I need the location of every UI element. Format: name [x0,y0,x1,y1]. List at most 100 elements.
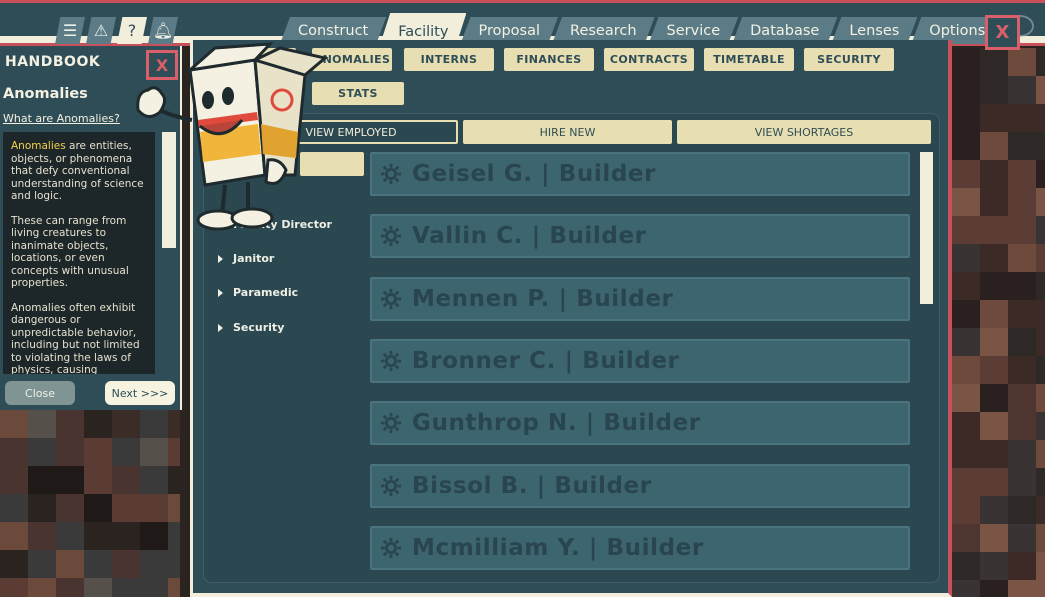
category-contracts-button[interactable]: CONTRACTS [604,48,694,71]
mosaic-tile [1008,384,1036,412]
mosaic-tile [1008,328,1036,356]
mosaic-tile [980,328,1008,356]
category-timetable-button[interactable]: TIMETABLE [704,48,794,71]
mosaic-tile [952,216,980,244]
mosaic-tile [0,438,28,466]
employee-card[interactable]: Vallin C. | Builder [370,214,910,259]
employee-card[interactable]: Bissol B. | Builder [370,463,910,508]
employee-card[interactable]: Gunthrop N. | Builder [370,401,910,446]
panel-close-button[interactable]: X [985,15,1020,50]
employee-card[interactable]: Geisel G. | Builder [370,152,910,196]
mosaic-tile [0,410,28,438]
mosaic-tile [1036,524,1045,552]
subtab-view-shortages[interactable]: VIEW SHORTAGES [677,120,931,144]
mosaic-tile [56,522,84,550]
builder-gear-icon [380,350,402,372]
mosaic-tile [1036,468,1045,496]
expand-triangle-icon [218,254,223,263]
mosaic-tile [980,552,1008,580]
mosaic-tile [1008,580,1036,597]
mosaic-tile [1036,76,1045,104]
mosaic-tile [28,466,56,494]
mosaic-tile [1008,440,1036,468]
mascot-box-character [136,42,329,231]
employee-card[interactable]: Bronner C. | Builder [370,338,910,383]
category-finances-button[interactable]: FINANCES [504,48,594,71]
mosaic-tile [112,550,140,578]
employee-name: Bronner C. | Builder [412,347,680,374]
employee-name: Mennen P. | Builder [412,285,674,312]
mosaic-tile [0,466,28,494]
mosaic-tile [1008,356,1036,384]
handbook-next-button[interactable]: Next >>> [105,381,175,405]
employee-card[interactable]: Mcmilliam Y. | Builder [370,525,910,570]
mosaic-tile [1036,356,1045,384]
mosaic-tile [1036,384,1045,412]
mosaic-tile [952,244,980,272]
mosaic-tile [112,522,140,550]
mosaic-tile [980,300,1008,328]
warning-icon[interactable]: ⚠ [86,17,116,44]
mosaic-tile [952,160,980,188]
employee-name: Vallin C. | Builder [412,223,647,250]
role-item[interactable]: Paramedic [218,286,298,299]
mosaic-tile [84,494,112,522]
mosaic-tile [980,272,1008,300]
builder-gear-icon [380,412,402,434]
mosaic-tile [980,496,1008,524]
mosaic-tile [112,578,140,597]
mosaic-tile [28,438,56,466]
mosaic-tile [980,440,1008,468]
employee-list-scrollbar[interactable] [920,152,933,304]
mosaic-tile [28,578,56,597]
handbook-keyword: Anomalies [11,140,66,152]
mosaic-tile [84,466,112,494]
handbook-topic-link[interactable]: What are Anomalies? [3,112,120,125]
role-item[interactable]: Janitor [218,252,274,265]
mosaic-tile [1008,160,1036,188]
mosaic-tile [140,578,168,597]
mosaic-tile [140,410,168,438]
mosaic-tile [28,550,56,578]
mosaic-tile [980,524,1008,552]
category-interns-button[interactable]: INTERNS [404,48,494,71]
mosaic-tile [1036,188,1045,216]
mosaic-tile [112,438,140,466]
expand-triangle-icon [218,288,223,297]
menu-icon[interactable]: ☰ [55,17,85,44]
mosaic-tile [1036,216,1045,244]
builder-gear-icon [380,537,402,559]
mosaic-tile [1008,104,1036,132]
mosaic-tile [56,578,84,597]
employee-card[interactable]: Mennen P. | Builder [370,276,910,321]
mosaic-tile [952,384,980,412]
mosaic-tile [1008,524,1036,552]
role-label: Paramedic [233,286,299,299]
mosaic-tile [1008,216,1036,244]
employee-name: Bissol B. | Builder [412,472,652,499]
mosaic-tile [140,494,168,522]
subtab-hire-new[interactable]: HIRE NEW [463,120,672,144]
mosaic-tile [1008,244,1036,272]
mosaic-tile [1008,76,1036,104]
mosaic-tile [980,48,1008,76]
role-label: Janitor [233,252,275,265]
mosaic-tile [952,188,980,216]
mosaic-tile [952,48,980,76]
mosaic-tile [56,438,84,466]
mosaic-tile [980,384,1008,412]
role-item[interactable]: Security [218,321,284,334]
category-security-button[interactable]: SECURITY [804,48,894,71]
mosaic-tile [952,272,980,300]
mosaic-tile [980,356,1008,384]
mosaic-tile [112,494,140,522]
mosaic-tile [28,522,56,550]
mosaic-tile [168,410,180,438]
mosaic-tile [1036,328,1045,356]
role-label: Security [233,321,285,334]
mosaic-tile [980,216,1008,244]
mosaic-tile [1008,48,1036,76]
mosaic-tile [980,160,1008,188]
mosaic-tile [1036,104,1045,132]
handbook-close-button[interactable]: Close [5,381,75,405]
